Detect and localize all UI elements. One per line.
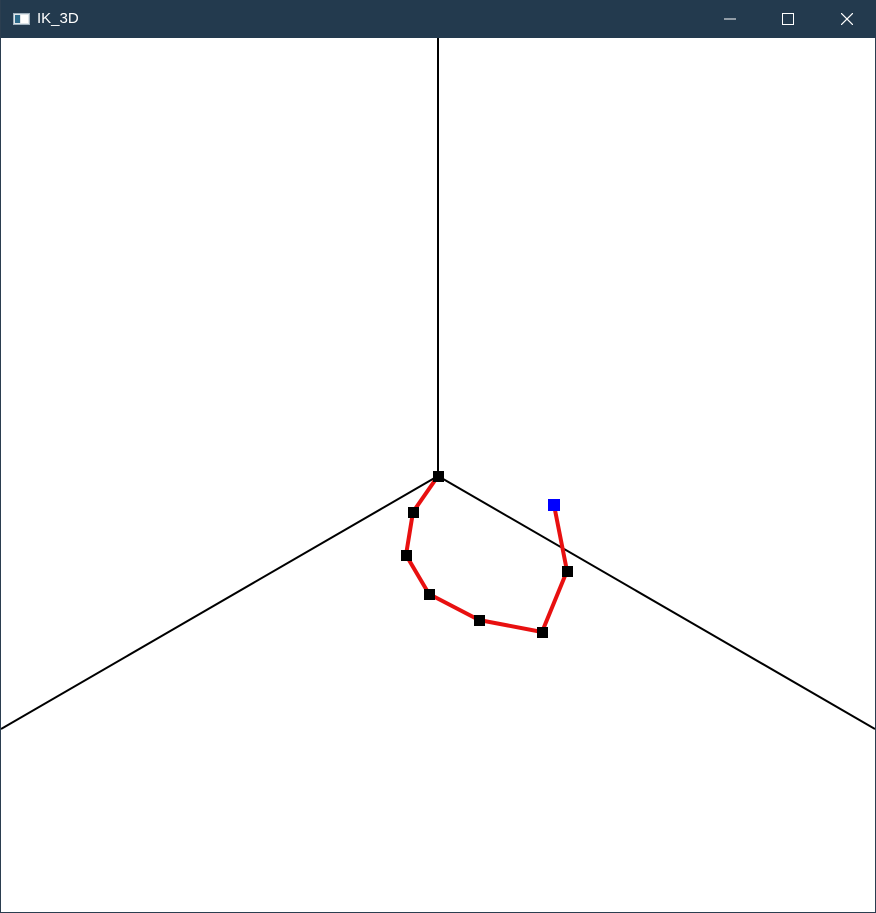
ik-joint[interactable]	[424, 589, 435, 600]
ik-joint[interactable]	[537, 627, 548, 638]
ik-target[interactable]	[548, 499, 560, 511]
app-window: IK_3D	[0, 0, 876, 913]
close-icon	[841, 13, 853, 25]
minimize-icon	[724, 18, 736, 20]
maximize-icon	[782, 13, 794, 25]
window-title: IK_3D	[37, 10, 79, 27]
ik-joint[interactable]	[562, 566, 573, 577]
z-axis-line	[437, 475, 875, 730]
close-button[interactable]	[818, 0, 876, 38]
axes	[1, 38, 875, 730]
ik-joint[interactable]	[474, 615, 485, 626]
ik-chain-segments	[404, 474, 569, 634]
ik-joint[interactable]	[401, 550, 412, 561]
window-app-icon	[13, 13, 30, 25]
maximize-button[interactable]	[759, 0, 817, 38]
title-bar[interactable]: IK_3D	[1, 0, 876, 38]
ik-joint[interactable]	[408, 507, 419, 518]
render-viewport[interactable]	[1, 38, 875, 912]
ik-joint-root[interactable]	[433, 471, 444, 482]
ik-chain	[401, 471, 573, 638]
x-axis-line	[1, 475, 439, 730]
minimize-button[interactable]	[701, 0, 759, 38]
scene-canvas[interactable]	[1, 38, 875, 912]
